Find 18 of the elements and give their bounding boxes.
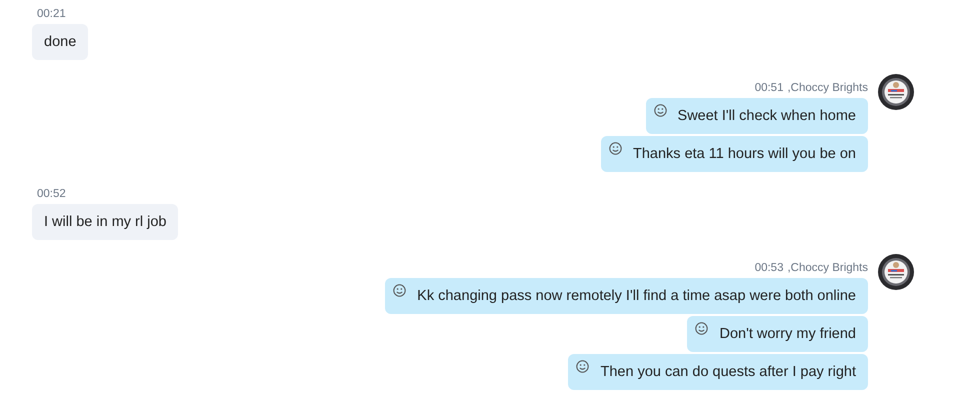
- message-bubble: done: [32, 24, 88, 60]
- message-time: 00:52: [37, 188, 66, 200]
- sender-name: ,Choccy Brights: [787, 82, 868, 94]
- message-bubble: Kk changing pass now remotely I'll find a time asap were both online: [385, 278, 868, 314]
- message-time: 00:51: [754, 82, 784, 94]
- message-bubble: Then you can do quests after I pay right: [568, 354, 868, 390]
- smiley-icon[interactable]: [695, 322, 708, 335]
- message-bubble: Don't worry my friend: [687, 316, 868, 352]
- message-time: 00:21: [37, 8, 66, 20]
- message-bubble: Thanks eta 11 hours will you be on: [600, 136, 868, 172]
- message-bubble: Sweet I'll check when home: [646, 98, 868, 134]
- smiley-icon[interactable]: [393, 284, 406, 297]
- smiley-icon[interactable]: [576, 360, 590, 373]
- message-time: 00:53: [754, 262, 784, 274]
- smiley-icon[interactable]: [608, 142, 622, 155]
- sender-name: ,Choccy Brights: [787, 262, 868, 274]
- smiley-icon[interactable]: [654, 104, 667, 117]
- message-bubble: I will be in my rl job: [32, 204, 178, 240]
